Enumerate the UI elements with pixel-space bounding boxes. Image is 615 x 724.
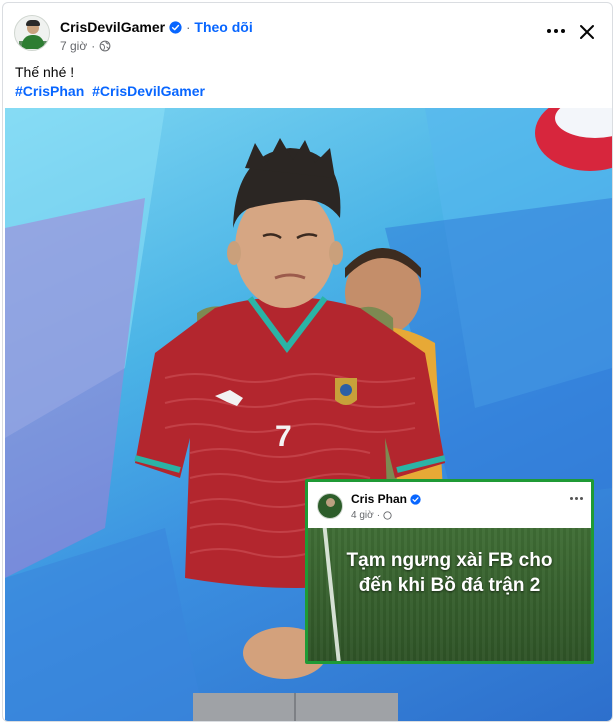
embedded-more-icon [570, 497, 583, 500]
embedded-post-meta: 4 giờ · [351, 510, 392, 521]
jersey-number: 7 [275, 420, 292, 453]
hashtag-row: #CrisPhan #CrisDevilGamer [15, 81, 209, 101]
post-meta: 7 giờ · [60, 39, 111, 53]
embedded-author-row: Cris Phan [351, 492, 421, 506]
author-avatar[interactable] [14, 15, 50, 51]
post-caption: Thế nhé ! [15, 64, 75, 80]
embedded-post-screenshot: Cris Phan 4 giờ · Tạm ngưng xài FB cho đ… [305, 479, 594, 664]
embedded-post-text: Tạm ngưng xài FB cho đến khi Bồ đá trận … [308, 548, 591, 598]
separator-dot: · [186, 19, 191, 35]
embedded-text-line2: đến khi Bồ đá trận 2 [358, 575, 541, 596]
embedded-author-name: Cris Phan [351, 492, 408, 506]
verified-badge-icon [169, 20, 182, 34]
embedded-author-avatar [317, 493, 343, 519]
post-photo[interactable]: 7 Cris Phan 4 giờ · Tạm ngưng xài FB cho… [5, 108, 612, 721]
more-options-icon[interactable] [544, 23, 568, 39]
author-name[interactable]: CrisDevilGamer [60, 19, 165, 35]
hashtag-crisphan[interactable]: #CrisPhan [15, 83, 84, 99]
post-header: CrisDevilGamer · Theo dõi 7 giờ · [3, 3, 612, 59]
hashtag-crisdevilgamer[interactable]: #CrisDevilGamer [92, 83, 205, 99]
embedded-post-header: Cris Phan 4 giờ · [308, 482, 591, 528]
embedded-timestamp: 4 giờ [351, 510, 374, 521]
embedded-text-line1: Tạm ngưng xài FB cho [346, 550, 553, 571]
embedded-verified-icon [410, 493, 421, 505]
author-row: CrisDevilGamer · Theo dõi [60, 19, 253, 35]
close-icon[interactable] [578, 23, 596, 41]
globe-icon [99, 40, 111, 52]
meta-separator: · [91, 39, 96, 53]
post-timestamp[interactable]: 7 giờ [60, 39, 87, 53]
follow-button[interactable]: Theo dõi [194, 19, 252, 35]
embedded-globe-icon [383, 511, 392, 520]
facebook-post: CrisDevilGamer · Theo dõi 7 giờ · Thế nh… [2, 2, 613, 722]
